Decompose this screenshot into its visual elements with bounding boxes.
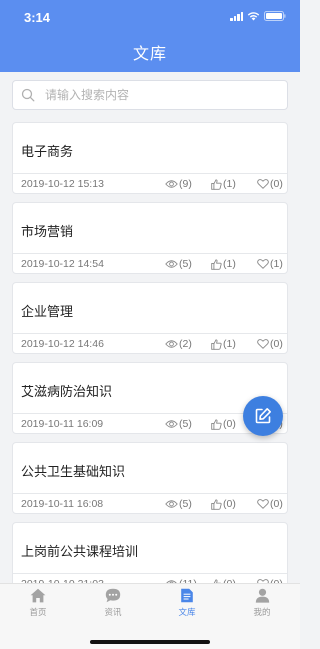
eye-icon (165, 500, 178, 508)
thumbs-up-icon (211, 418, 222, 430)
likes-stat[interactable]: (0) (211, 498, 257, 510)
likes-count: (0) (223, 498, 236, 510)
views-count: (9) (179, 178, 192, 190)
article-title: 上岗前公共课程培训 (21, 544, 139, 559)
article-title: 市场营销 (21, 224, 74, 239)
article-meta: 2019-10-12 14:46 (2) (1) (0) (13, 333, 287, 354)
eye-icon (165, 180, 178, 188)
article-date: 2019-10-12 14:54 (21, 258, 104, 270)
likes-stat[interactable]: (1) (211, 178, 257, 190)
article-card[interactable]: 电子商务 2019-10-12 15:13 (9) (1) (0) (12, 122, 288, 194)
heart-icon (257, 179, 269, 189)
likes-count: (0) (223, 418, 236, 430)
tab-home[interactable]: 首页 (13, 588, 63, 622)
article-title: 企业管理 (21, 304, 74, 319)
heart-icon (257, 339, 269, 349)
status-time: 3:14 (24, 10, 51, 25)
article-meta: 2019-10-11 16:08 (5) (0) (0) (13, 493, 287, 514)
article-title: 艾滋病防治知识 (21, 384, 113, 399)
chat-icon (105, 588, 121, 603)
edit-icon (255, 408, 271, 424)
thumbs-up-icon (211, 338, 222, 350)
favorites-count: (0) (270, 178, 283, 190)
header-bar: 3:14 文库 (0, 0, 300, 72)
favorites-count: (0) (270, 498, 283, 510)
signal-icon (230, 11, 243, 21)
favorites-stat[interactable]: (0) (257, 178, 287, 190)
views-stat: (2) (165, 338, 211, 350)
views-count: (2) (179, 338, 192, 350)
likes-count: (1) (223, 258, 236, 270)
thumbs-up-icon (211, 178, 222, 190)
battery-icon (264, 11, 286, 21)
document-icon (181, 588, 193, 603)
likes-count: (1) (223, 338, 236, 350)
views-stat: (9) (165, 178, 211, 190)
article-date: 2019-10-12 15:13 (21, 178, 104, 190)
tab-profile[interactable]: 我的 (237, 588, 287, 622)
views-count: (5) (179, 418, 192, 430)
thumbs-up-icon (211, 498, 222, 510)
favorites-count: (0) (270, 338, 283, 350)
person-icon (255, 588, 269, 603)
tab-label: 我的 (253, 607, 271, 617)
eye-icon (165, 340, 178, 348)
thumbs-up-icon (211, 258, 222, 270)
status-icons (230, 11, 286, 21)
views-stat: (5) (165, 258, 211, 270)
compose-button[interactable] (243, 396, 283, 436)
article-card[interactable]: 市场营销 2019-10-12 14:54 (5) (1) (1) (12, 202, 288, 274)
search-input[interactable] (45, 88, 265, 102)
favorites-stat[interactable]: (0) (257, 338, 287, 350)
eye-icon (165, 420, 178, 428)
status-bar: 3:14 (0, 0, 300, 30)
tab-label: 文库 (178, 607, 196, 617)
search-icon (21, 88, 35, 102)
page-title: 文库 (132, 46, 167, 63)
article-title: 电子商务 (21, 144, 74, 159)
article-meta: 2019-10-12 15:13 (9) (1) (0) (13, 173, 287, 194)
favorites-count: (1) (270, 258, 283, 270)
article-list: 电子商务 2019-10-12 15:13 (9) (1) (0) 市场营销 2… (12, 122, 288, 602)
views-count: (5) (179, 498, 192, 510)
tab-news[interactable]: 资讯 (88, 588, 138, 622)
home-icon (30, 588, 46, 603)
article-meta: 2019-10-12 14:54 (5) (1) (1) (13, 253, 287, 274)
views-stat: (5) (165, 498, 211, 510)
heart-icon (257, 499, 269, 509)
likes-stat[interactable]: (1) (211, 258, 257, 270)
favorites-stat[interactable]: (1) (257, 258, 287, 270)
search-bar[interactable] (12, 80, 288, 110)
heart-icon (257, 259, 269, 269)
article-title: 公共卫生基础知识 (21, 464, 126, 479)
home-indicator (90, 640, 210, 644)
tab-label: 首页 (29, 607, 47, 617)
tab-label: 资讯 (104, 607, 122, 617)
article-date: 2019-10-11 16:09 (21, 418, 104, 430)
article-card[interactable]: 企业管理 2019-10-12 14:46 (2) (1) (0) (12, 282, 288, 354)
article-card[interactable]: 公共卫生基础知识 2019-10-11 16:08 (5) (0) (0) (12, 442, 288, 514)
likes-count: (1) (223, 178, 236, 190)
wifi-icon (247, 11, 260, 21)
article-date: 2019-10-11 16:08 (21, 498, 104, 510)
eye-icon (165, 260, 178, 268)
favorites-stat[interactable]: (0) (257, 498, 287, 510)
tab-library[interactable]: 文库 (162, 588, 212, 622)
views-count: (5) (179, 258, 192, 270)
likes-stat[interactable]: (1) (211, 338, 257, 350)
article-date: 2019-10-12 14:46 (21, 338, 104, 350)
views-stat: (5) (165, 418, 211, 430)
